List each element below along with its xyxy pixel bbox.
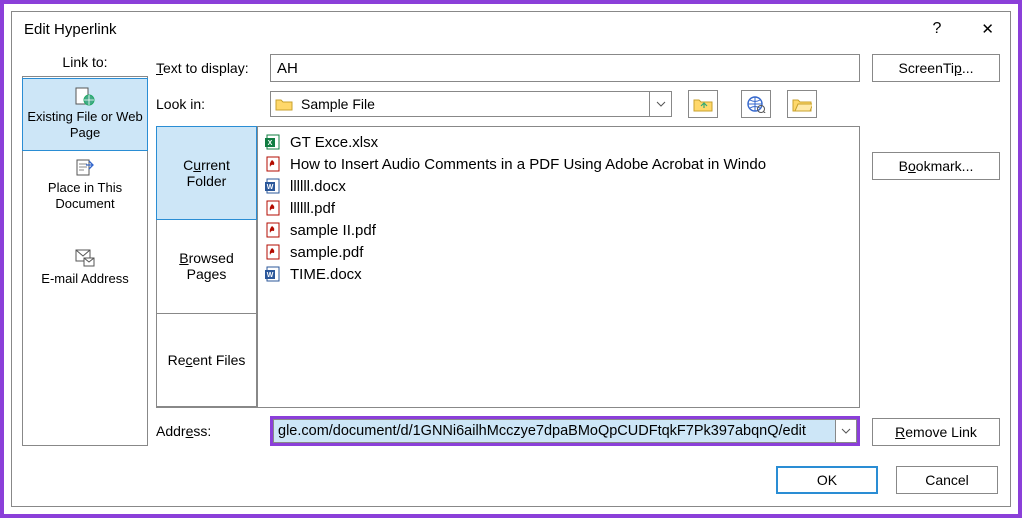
file-name: llllll.docx <box>290 178 346 195</box>
window-controls: ? ✕ <box>925 16 1002 42</box>
text-to-display-row: Text to display: <box>156 54 860 82</box>
pdf-file-icon <box>264 243 282 261</box>
file-list-item[interactable]: Wllllll.docx <box>264 175 853 197</box>
remove-link-button[interactable]: Remove Link <box>872 418 1000 446</box>
text-to-display-label: Text to display: <box>156 60 264 76</box>
place-doc-icon <box>73 156 97 178</box>
close-button[interactable]: ✕ <box>973 16 1002 42</box>
file-name: sample II.pdf <box>290 222 376 239</box>
edit-hyperlink-dialog: Edit Hyperlink ? ✕ Link to: Existing Fil… <box>11 11 1011 507</box>
open-folder-icon <box>792 96 812 112</box>
docx-file-icon: W <box>264 177 282 195</box>
ok-button[interactable]: OK <box>776 466 878 494</box>
pdf-file-icon <box>264 221 282 239</box>
svg-text:X: X <box>268 140 273 147</box>
file-name: GT Exce.xlsx <box>290 134 378 151</box>
link-to-label: Link to: <box>62 54 107 70</box>
web-browse-icon <box>746 95 766 113</box>
file-list[interactable]: X GT Exce.xlsx How to Insert Audio Comment… <box>257 127 859 407</box>
chevron-down-icon[interactable] <box>649 92 671 116</box>
up-one-level-button[interactable] <box>688 90 718 118</box>
annotation-frame: Edit Hyperlink ? ✕ Link to: Existing Fil… <box>0 0 1022 518</box>
look-in-row: Look in: Sample File <box>156 90 860 118</box>
file-name: llllll.pdf <box>290 200 335 217</box>
tab-current-folder[interactable]: CurrentFolder <box>156 126 257 220</box>
file-list-item[interactable]: X GT Exce.xlsx <box>264 131 853 153</box>
pdf-file-icon <box>264 155 282 173</box>
address-highlight-frame <box>270 416 860 446</box>
address-input[interactable] <box>273 419 835 443</box>
address-dropdown-button[interactable] <box>835 419 857 443</box>
file-list-item[interactable]: sample.pdf <box>264 241 853 263</box>
file-name: sample.pdf <box>290 244 363 261</box>
tab-browsed-pages[interactable]: BrowsedPages <box>156 219 257 313</box>
browse-area: CurrentFolder BrowsedPages Recent Files … <box>156 126 860 408</box>
linkto-item-label: Existing File or Web Page <box>25 109 145 140</box>
linkto-item-label: Place in This Document <box>25 180 145 211</box>
chevron-down-icon <box>841 428 851 434</box>
file-name: TIME.docx <box>290 266 362 283</box>
file-list-item[interactable]: sample II.pdf <box>264 219 853 241</box>
browse-file-button[interactable] <box>787 90 817 118</box>
dialog-footer: OK Cancel <box>12 456 1010 506</box>
linkto-existing-file[interactable]: Existing File or Web Page <box>22 78 148 151</box>
link-to-column: Link to: Existing File or Web Page Place… <box>22 54 148 446</box>
svg-text:W: W <box>267 184 274 191</box>
file-name: How to Insert Audio Comments in a PDF Us… <box>290 156 766 173</box>
look-in-label: Look in: <box>156 96 264 112</box>
folder-icon <box>275 97 293 111</box>
browse-web-button[interactable] <box>741 90 771 118</box>
help-button[interactable]: ? <box>925 16 950 42</box>
file-list-item[interactable]: llllll.pdf <box>264 197 853 219</box>
linkto-item-label: E-mail Address <box>41 271 128 287</box>
title-bar: Edit Hyperlink ? ✕ <box>12 12 1010 46</box>
file-globe-icon <box>73 85 97 107</box>
dialog-title: Edit Hyperlink <box>24 21 117 38</box>
xlsx-file-icon: X <box>264 133 282 151</box>
right-buttons-column: ScreenTip... Bookmark... Remove Link <box>872 54 1000 446</box>
file-list-item[interactable]: How to Insert Audio Comments in a PDF Us… <box>264 153 853 175</box>
address-row: Address: <box>156 416 860 446</box>
pdf-file-icon <box>264 199 282 217</box>
link-to-options: Existing File or Web Page Place in This … <box>22 76 148 446</box>
cancel-button[interactable]: Cancel <box>896 466 998 494</box>
tab-recent-files[interactable]: Recent Files <box>156 313 257 407</box>
browse-tabs: CurrentFolder BrowsedPages Recent Files <box>157 127 257 407</box>
bookmark-button[interactable]: Bookmark... <box>872 152 1000 180</box>
file-list-item[interactable]: W TIME.docx <box>264 263 853 285</box>
text-to-display-input[interactable] <box>270 54 860 82</box>
main-column: Text to display: Look in: Sample File <box>156 54 860 446</box>
up-folder-icon <box>693 96 713 112</box>
docx-file-icon: W <box>264 265 282 283</box>
email-icon <box>73 247 97 269</box>
linkto-email-address[interactable]: E-mail Address <box>23 241 147 297</box>
svg-text:W: W <box>267 272 274 279</box>
look-in-combo[interactable]: Sample File <box>270 91 672 117</box>
look-in-value: Sample File <box>301 96 649 112</box>
address-label: Address: <box>156 423 264 439</box>
linkto-place-in-doc[interactable]: Place in This Document <box>23 150 147 221</box>
dialog-body: Link to: Existing File or Web Page Place… <box>12 46 1010 456</box>
screentip-button[interactable]: ScreenTip... <box>872 54 1000 82</box>
